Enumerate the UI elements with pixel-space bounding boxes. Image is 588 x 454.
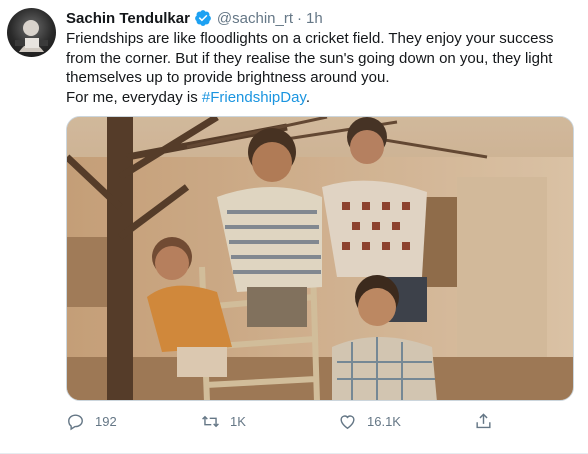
- hashtag-link[interactable]: #FriendshipDay: [202, 89, 306, 106]
- retweet-icon: [202, 415, 219, 428]
- share-button[interactable]: [474, 412, 493, 431]
- tweet-text-suffix: .: [305, 89, 310, 107]
- share-icon: [476, 413, 491, 429]
- retweet-count: 1K: [230, 414, 246, 429]
- reply-button[interactable]: 192: [66, 412, 117, 431]
- like-button[interactable]: 16.1K: [338, 412, 401, 431]
- tweet-actions: 192 1K 16.1K: [66, 412, 496, 432]
- tweet-header: Sachin Tendulkar @sachin_rt · 1h: [66, 8, 323, 28]
- avatar-photo: [15, 20, 48, 52]
- like-icon: [340, 415, 355, 430]
- avatar[interactable]: [7, 8, 56, 57]
- tweet-text-line: For me, everyday is #FriendshipDay.: [66, 88, 576, 108]
- tweet-text-prefix: For me, everyday is: [66, 89, 202, 107]
- childhood-photo: [67, 117, 573, 400]
- tweet[interactable]: Sachin Tendulkar @sachin_rt · 1h Friends…: [0, 0, 588, 454]
- tweet-text-line: from the corner. But if they realise the…: [66, 49, 553, 67]
- retweet-button[interactable]: 1K: [201, 412, 246, 431]
- reply-count: 192: [95, 414, 117, 429]
- separator-dot: ·: [297, 9, 303, 27]
- tweet-time[interactable]: 1h: [306, 10, 323, 27]
- author-name[interactable]: Sachin Tendulkar: [66, 10, 190, 27]
- verified-badge-icon: [195, 10, 211, 26]
- tweet-text: Friendships are like floodlights on a cr…: [66, 29, 576, 108]
- reply-icon: [68, 414, 83, 431]
- author-handle[interactable]: @sachin_rt: [217, 10, 293, 27]
- like-count: 16.1K: [367, 414, 401, 429]
- tweet-text-line: Friendships are like floodlights on a cr…: [66, 30, 554, 47]
- tweet-text-line: themselves up to provide brightness arou…: [66, 69, 390, 87]
- tweet-photo[interactable]: [66, 116, 574, 401]
